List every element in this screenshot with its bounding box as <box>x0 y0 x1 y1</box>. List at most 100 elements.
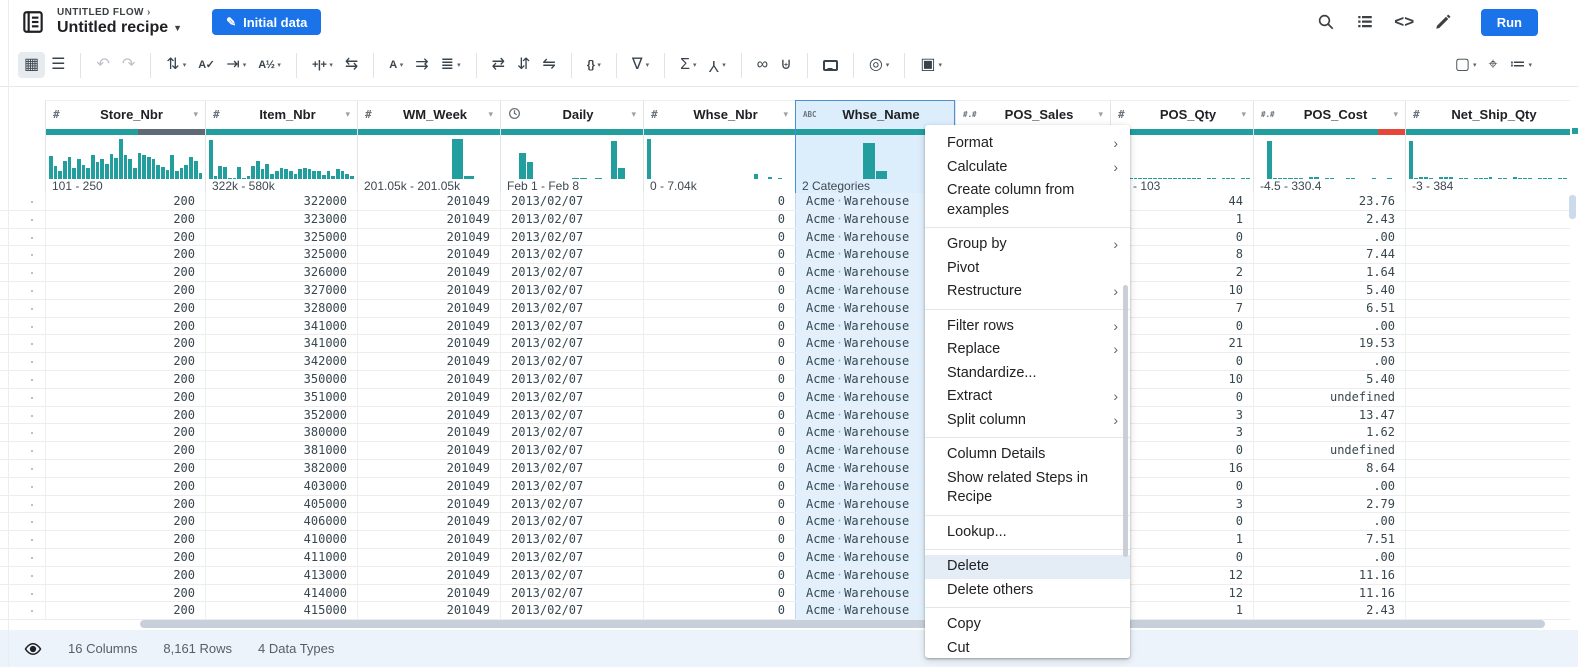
cell-pos-qty[interactable]: 10 <box>1110 282 1253 299</box>
cell-store-nbr[interactable]: 200 <box>45 246 205 263</box>
cell-item-nbr[interactable]: 341000 <box>205 335 357 352</box>
cell-net-ship-qty[interactable] <box>1405 460 1570 477</box>
histogram[interactable] <box>1111 135 1253 179</box>
cell-daily[interactable]: 2013/02/07 <box>500 371 643 388</box>
chevron-down-icon[interactable]: ▾ <box>481 109 493 120</box>
table-row[interactable]: 2003250002010492013/02/070Acme·Warehouse… <box>0 229 1570 247</box>
cell-pos-qty[interactable]: 1 <box>1110 602 1253 619</box>
cell-whse-nbr[interactable]: 0 <box>643 335 795 352</box>
cell-item-nbr[interactable]: 350000 <box>205 371 357 388</box>
cell-wm-week[interactable]: 201049 <box>357 246 500 263</box>
flow-name[interactable]: UNTITLED FLOW <box>57 7 144 18</box>
cell-pos-cost[interactable]: 8.64 <box>1253 460 1405 477</box>
cell-wm-week[interactable]: 201049 <box>357 335 500 352</box>
cell-net-ship-qty[interactable] <box>1405 371 1570 388</box>
steps-list-icon[interactable] <box>1356 13 1375 32</box>
cell-pos-qty[interactable]: 12 <box>1110 567 1253 584</box>
chevron-down-icon[interactable]: ▾ <box>186 109 198 120</box>
cell-item-nbr[interactable]: 325000 <box>205 246 357 263</box>
cell-wm-week[interactable]: 201049 <box>357 353 500 370</box>
column-header-whse-name[interactable]: ABCWhse_Name <box>796 101 954 128</box>
functions-button[interactable]: {}▾ <box>581 52 607 78</box>
cell-pos-cost[interactable]: .00 <box>1253 318 1405 335</box>
cell-whse-nbr[interactable]: 0 <box>643 389 795 406</box>
cell-pos-qty[interactable]: 21 <box>1110 335 1253 352</box>
menu-item-copy[interactable]: Copy <box>925 613 1130 637</box>
row-count[interactable]: 8,161 Rows <box>163 641 232 656</box>
chevron-down-icon[interactable]: ▾ <box>338 109 350 120</box>
cell-whse-nbr[interactable]: 0 <box>643 353 795 370</box>
quality-bar[interactable] <box>46 129 205 135</box>
cell-pos-qty[interactable]: 1 <box>1110 531 1253 548</box>
text-format-button[interactable]: A▾ <box>383 52 409 78</box>
column-header-pos-sales[interactable]: #.#POS_Sales▾ <box>956 101 1110 128</box>
vertical-scrollbar[interactable] <box>1569 195 1576 219</box>
cell-daily[interactable]: 2013/02/07 <box>500 585 643 602</box>
cell-pos-cost[interactable]: 2.43 <box>1253 211 1405 228</box>
cell-store-nbr[interactable]: 200 <box>45 211 205 228</box>
cell-wm-week[interactable]: 201049 <box>357 531 500 548</box>
table-row[interactable]: 2003800002010492013/02/070Acme·Warehouse… <box>0 424 1570 442</box>
cell-whse-nbr[interactable]: 0 <box>643 282 795 299</box>
cell-pos-cost[interactable]: .00 <box>1253 549 1405 566</box>
cell-daily[interactable]: 2013/02/07 <box>500 211 643 228</box>
cell-store-nbr[interactable]: 200 <box>45 229 205 246</box>
cell-whse-nbr[interactable]: 0 <box>643 585 795 602</box>
view-settings-button[interactable]: ≔▾ <box>1503 52 1538 78</box>
cell-net-ship-qty[interactable] <box>1405 442 1570 459</box>
chevron-down-icon[interactable]: ▾ <box>1386 109 1398 120</box>
table-row[interactable]: 2003500002010492013/02/070Acme·Warehouse… <box>0 371 1570 389</box>
horizontal-scrollbar[interactable] <box>140 620 1545 628</box>
cell-daily[interactable]: 2013/02/07 <box>500 353 643 370</box>
cell-wm-week[interactable]: 201049 <box>357 300 500 317</box>
cell-daily[interactable]: 2013/02/07 <box>500 531 643 548</box>
cell-net-ship-qty[interactable] <box>1405 353 1570 370</box>
cell-whse-nbr[interactable]: 0 <box>643 246 795 263</box>
cell-net-ship-qty[interactable] <box>1405 585 1570 602</box>
cell-item-nbr[interactable]: 382000 <box>205 460 357 477</box>
cell-whse-nbr[interactable]: 0 <box>643 513 795 530</box>
move-column-button[interactable]: ⇥▾ <box>220 52 252 78</box>
cell-whse-nbr[interactable]: 0 <box>643 318 795 335</box>
cell-daily[interactable]: 2013/02/07 <box>500 300 643 317</box>
column-count[interactable]: 16 Columns <box>68 641 137 656</box>
cell-wm-week[interactable]: 201049 <box>357 407 500 424</box>
cell-pos-cost[interactable]: 7.44 <box>1253 246 1405 263</box>
cell-store-nbr[interactable]: 200 <box>45 513 205 530</box>
cell-net-ship-qty[interactable] <box>1405 567 1570 584</box>
cell-wm-week[interactable]: 201049 <box>357 229 500 246</box>
data-type-count[interactable]: 4 Data Types <box>258 641 334 656</box>
cell-daily[interactable]: 2013/02/07 <box>500 264 643 281</box>
menu-item-format[interactable]: Format› <box>925 132 1130 156</box>
cell-daily[interactable]: 2013/02/07 <box>500 424 643 441</box>
cell-daily[interactable]: 2013/02/07 <box>500 193 643 210</box>
cell-item-nbr[interactable]: 342000 <box>205 353 357 370</box>
column-header-store-nbr[interactable]: #Store_Nbr▾ <box>46 101 205 128</box>
table-row[interactable]: 2004140002010492013/02/070Acme·Warehouse… <box>0 585 1570 603</box>
table-row[interactable]: 2003420002010492013/02/070Acme·Warehouse… <box>0 353 1570 371</box>
cell-wm-week[interactable]: 201049 <box>357 442 500 459</box>
table-row[interactable]: 2003220002010492013/02/070Acme·Warehouse… <box>0 193 1570 211</box>
cell-whse-nbr[interactable]: 0 <box>643 407 795 424</box>
cell-wm-week[interactable]: 201049 <box>357 478 500 495</box>
menu-item-filter-rows[interactable]: Filter rows› <box>925 315 1130 339</box>
cell-net-ship-qty[interactable] <box>1405 264 1570 281</box>
cell-item-nbr[interactable]: 327000 <box>205 282 357 299</box>
column-pos-qty[interactable]: #POS_Qty▾- 103 <box>1110 100 1253 195</box>
cell-net-ship-qty[interactable] <box>1405 389 1570 406</box>
cell-item-nbr[interactable]: 323000 <box>205 211 357 228</box>
cell-item-nbr[interactable]: 411000 <box>205 549 357 566</box>
split-column-button[interactable]: +|+▾ <box>306 52 339 78</box>
column-header-net-ship-qty[interactable]: #Net_Ship_Qty <box>1406 101 1570 128</box>
cell-daily[interactable]: 2013/02/07 <box>500 407 643 424</box>
cell-pos-cost[interactable]: 19.53 <box>1253 335 1405 352</box>
cell-store-nbr[interactable]: 200 <box>45 567 205 584</box>
cell-whse-nbr[interactable]: 0 <box>643 496 795 513</box>
quality-bar[interactable] <box>1406 129 1570 135</box>
cell-pos-cost[interactable]: 13.47 <box>1253 407 1405 424</box>
cell-net-ship-qty[interactable] <box>1405 549 1570 566</box>
branch-button[interactable]: Y▾ <box>703 52 732 78</box>
cell-store-nbr[interactable]: 200 <box>45 549 205 566</box>
cell-net-ship-qty[interactable] <box>1405 602 1570 619</box>
cell-pos-cost[interactable]: .00 <box>1253 513 1405 530</box>
